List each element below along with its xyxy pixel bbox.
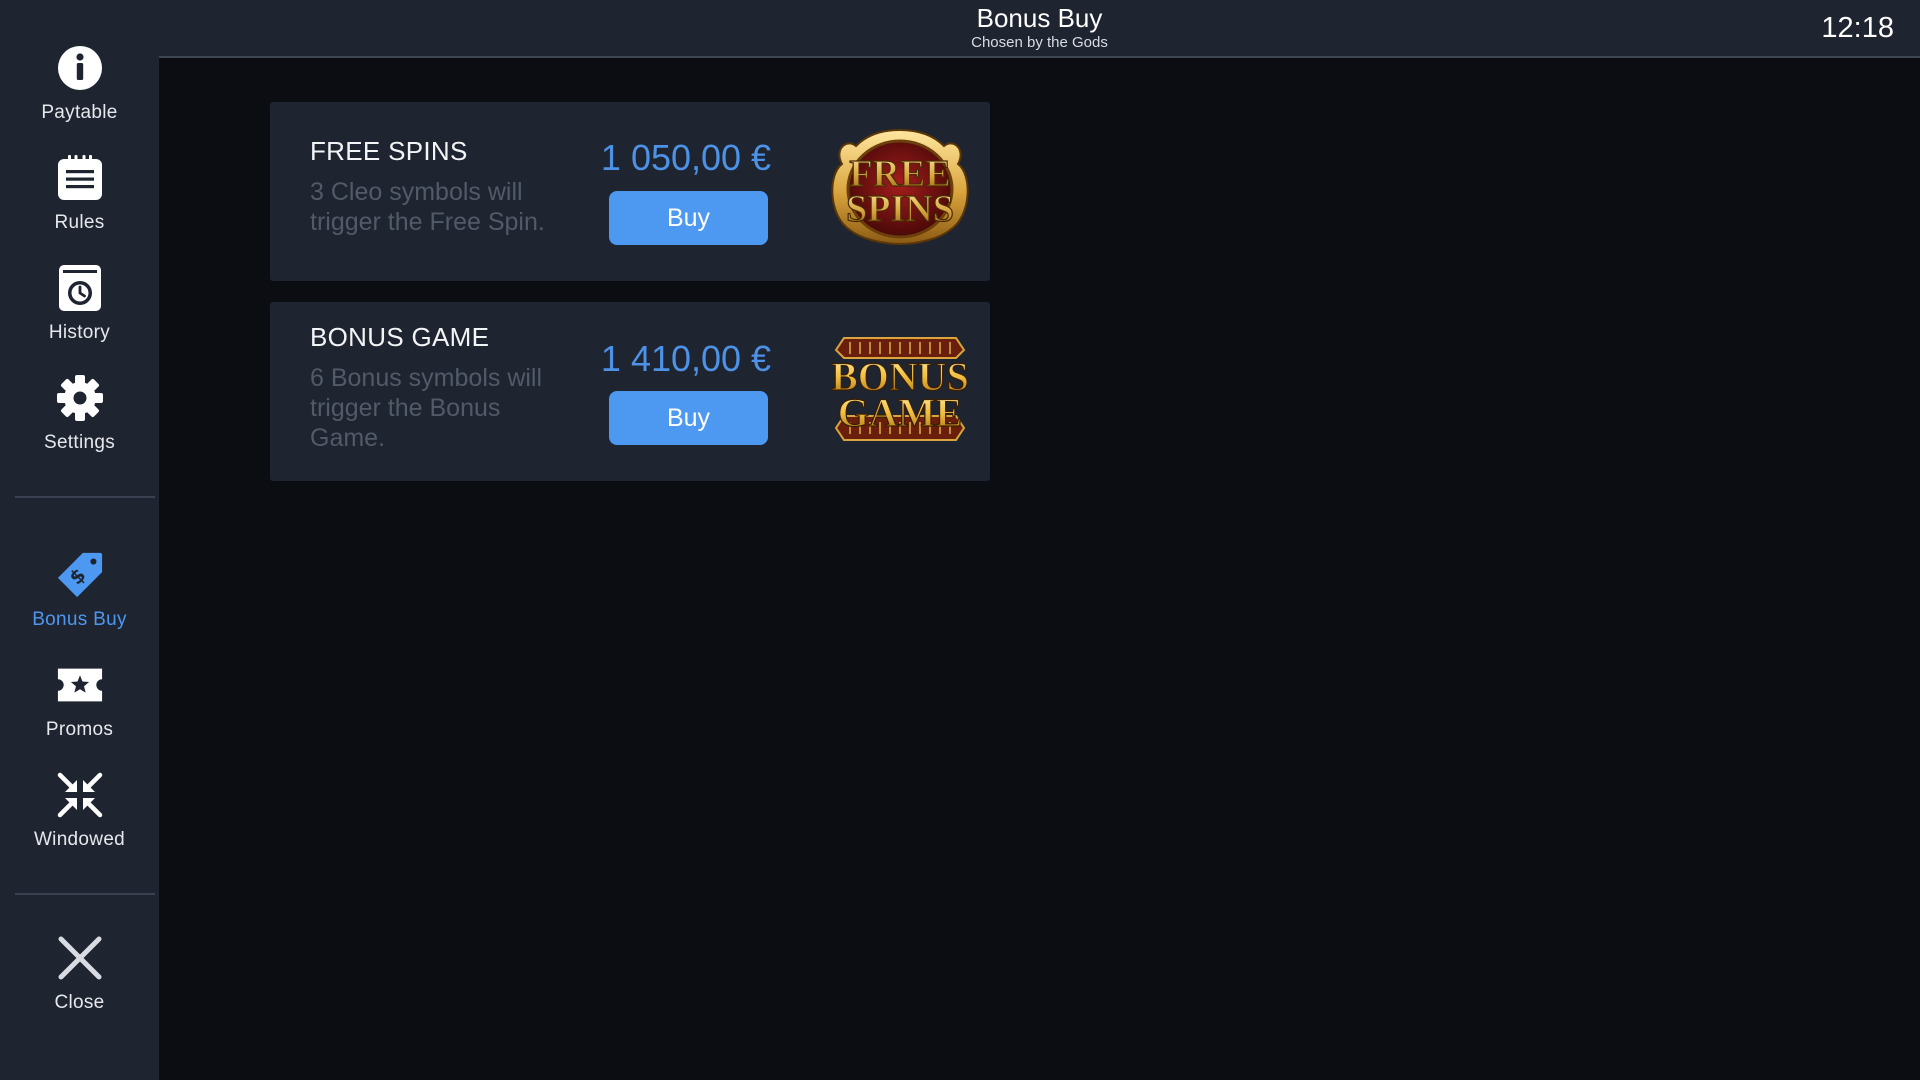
main-content: FREE SPINS 3 Cleo symbols will trigger t… <box>159 60 1920 1080</box>
game-subtitle: Chosen by the Gods <box>971 34 1108 51</box>
free-spins-logo: FREE SPINS <box>820 126 980 256</box>
sidebar-item-history[interactable]: History <box>0 248 159 352</box>
offer-price: 1 410,00 € <box>600 338 772 379</box>
buy-bonus-game-button[interactable]: Buy <box>609 391 768 445</box>
sidebar-item-label: Bonus Buy <box>32 609 127 630</box>
sidebar-item-label: Settings <box>43 432 116 453</box>
sidebar-item-label: Windowed <box>33 829 126 850</box>
close-label: Close <box>54 992 105 1013</box>
info-icon <box>56 44 104 92</box>
bonus-game-logo: BONUS GAME <box>820 328 980 458</box>
offer-price: 1 050,00 € <box>600 137 772 178</box>
sidebar-divider <box>15 893 155 895</box>
price-tag-icon: $ <box>56 551 104 599</box>
logo-text-line2: SPINS <box>846 188 954 230</box>
sidebar-item-label: Rules <box>54 212 105 233</box>
logo-text-line2: GAME <box>838 390 962 435</box>
page-title: Bonus Buy <box>976 3 1103 33</box>
header-bar: Bonus Buy Chosen by the Gods 12:18 <box>159 0 1920 58</box>
offer-title: FREE SPINS <box>310 136 468 166</box>
sidebar-item-label: Paytable <box>41 102 118 123</box>
close-icon <box>56 934 104 982</box>
sidebar-item-label: Promos <box>45 719 114 740</box>
clock: 12:18 <box>1821 12 1894 44</box>
sidebar: Paytable Rules History Settings $ Bonus … <box>0 0 159 1080</box>
rules-list-icon <box>56 154 104 202</box>
sidebar-divider <box>15 496 155 498</box>
offer-card-free-spins: FREE SPINS 3 Cleo symbols will trigger t… <box>270 102 990 281</box>
history-clock-icon <box>56 264 104 312</box>
collapse-arrows-icon <box>56 771 104 819</box>
sidebar-item-label: History <box>48 322 111 343</box>
ticket-star-icon <box>56 661 104 709</box>
sidebar-item-rules[interactable]: Rules <box>0 138 159 242</box>
offer-description: 3 Cleo symbols will trigger the Free Spi… <box>310 178 545 236</box>
buy-free-spins-button[interactable]: Buy <box>609 191 768 245</box>
sidebar-item-windowed[interactable]: Windowed <box>0 755 159 859</box>
sidebar-item-settings[interactable]: Settings <box>0 358 159 462</box>
offer-title: BONUS GAME <box>310 322 490 352</box>
offer-card-bonus-game: BONUS GAME 6 Bonus symbols will trigger … <box>270 302 990 481</box>
gear-icon <box>56 374 104 422</box>
sidebar-item-promos[interactable]: Promos <box>0 645 159 749</box>
close-button[interactable]: Close <box>0 918 159 1022</box>
sidebar-item-bonus-buy[interactable]: $ Bonus Buy <box>0 535 159 639</box>
sidebar-item-paytable[interactable]: Paytable <box>0 28 159 132</box>
offer-description: 6 Bonus symbols will trigger the Bonus G… <box>310 364 543 452</box>
